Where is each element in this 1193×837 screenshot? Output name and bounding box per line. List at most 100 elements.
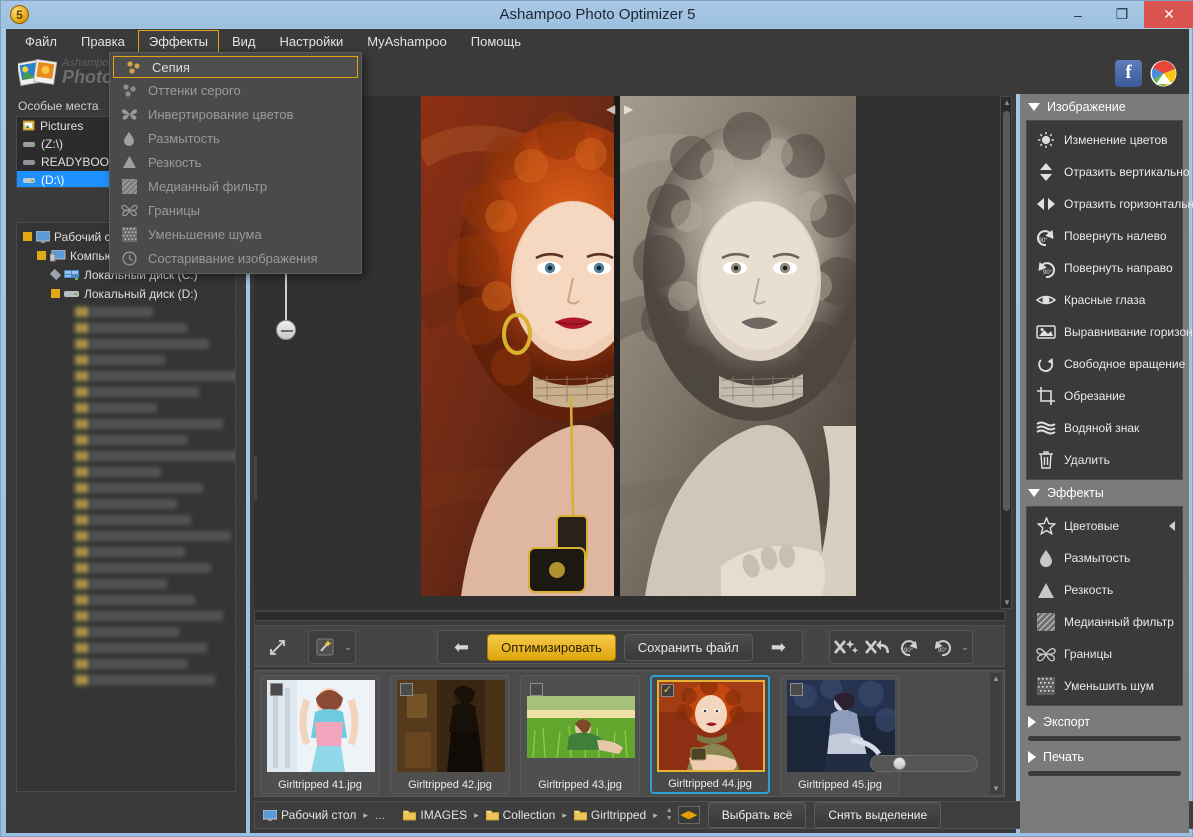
thumbnail-checkbox[interactable]: [400, 683, 413, 696]
tree-blurred-row[interactable]: [75, 401, 235, 415]
preview-photo[interactable]: [421, 96, 856, 596]
action-flip-horizontal[interactable]: Отразить горизонтально: [1027, 188, 1182, 220]
history-dropdown-caret[interactable]: ⌄: [958, 642, 972, 653]
spinner-up-arrow[interactable]: ▲: [663, 807, 676, 815]
thumbnail-item[interactable]: Girltripped 43.jpg: [520, 675, 640, 794]
scroll-down-arrow[interactable]: ▼: [992, 784, 1000, 793]
tree-blurred-row[interactable]: [75, 497, 235, 511]
action-rotate-right[interactable]: 90° Повернуть направо: [1027, 252, 1182, 284]
breadcrumb-nav-button[interactable]: ◀▶: [678, 806, 700, 824]
rotate-left-90-icon[interactable]: 90°: [894, 633, 926, 661]
expander-icon[interactable]: [23, 232, 32, 241]
maximize-button[interactable]: ❐: [1100, 1, 1144, 28]
submenu-arrow-icon[interactable]: [1169, 521, 1175, 531]
compare-left-arrow[interactable]: ◀: [606, 102, 615, 116]
menu-settings[interactable]: Настройки: [269, 30, 355, 54]
breadcrumb-separator[interactable]: ▸: [650, 810, 661, 821]
tree-blurred-row[interactable]: [75, 305, 235, 319]
action-flip-vertical[interactable]: Отразить вертикально: [1027, 156, 1182, 188]
thumbnail-item[interactable]: Girltripped 41.jpg: [260, 675, 380, 794]
breadcrumb-desktop[interactable]: Рабочий стол: [261, 808, 358, 822]
thumbnail-item[interactable]: Girltripped 45.jpg: [780, 675, 900, 794]
clear-effects-icon[interactable]: [830, 633, 862, 661]
undo-icon[interactable]: [862, 633, 894, 661]
tree-blurred-row[interactable]: [75, 625, 235, 639]
folder-tree[interactable]: Рабочий стол Компьютер Локальный диск (C…: [16, 222, 236, 792]
section-header-effects[interactable]: Эффекты: [1020, 480, 1189, 506]
menu-item-grayscale[interactable]: Оттенки серого: [110, 78, 361, 102]
expand-arrows-icon[interactable]: [261, 633, 293, 661]
menu-file[interactable]: Файл: [14, 30, 68, 54]
effect-blur[interactable]: Размытость: [1027, 542, 1182, 574]
thumbnail-item[interactable]: Girltripped 42.jpg: [390, 675, 510, 794]
action-red-eye[interactable]: Красные глаза: [1027, 284, 1182, 316]
select-all-button[interactable]: Выбрать всё: [708, 802, 807, 828]
chevron-right-icon[interactable]: [1028, 751, 1036, 763]
tree-blurred-row[interactable]: [75, 417, 235, 431]
action-free-rotate[interactable]: Свободное вращение: [1027, 348, 1182, 380]
menu-help[interactable]: Помощь: [460, 30, 532, 54]
menu-effects[interactable]: Эффекты: [138, 30, 219, 54]
picasa-icon[interactable]: [1150, 60, 1177, 87]
image-canvas[interactable]: ◀ ▶: [254, 96, 1005, 609]
zoom-slider-knob[interactable]: [276, 320, 296, 340]
expander-icon[interactable]: [37, 251, 46, 260]
menu-edit[interactable]: Правка: [70, 30, 136, 54]
effect-sharpen[interactable]: Резкость: [1027, 574, 1182, 606]
previous-image-button[interactable]: ⬅: [444, 637, 479, 658]
canvas-vertical-scrollbar[interactable]: ▲ ▼: [1000, 96, 1012, 609]
expander-icon[interactable]: [51, 289, 60, 298]
tree-blurred-row[interactable]: [75, 673, 235, 687]
tree-blurred-row[interactable]: [75, 353, 235, 367]
menu-item-sharpen[interactable]: Резкость: [110, 150, 361, 174]
section-header-export[interactable]: Экспорт: [1020, 710, 1189, 734]
thumbnail-size-slider[interactable]: [870, 755, 978, 772]
breadcrumb-girltripped[interactable]: Girltripped: [572, 808, 648, 822]
scroll-down-arrow[interactable]: ▼: [1003, 598, 1011, 607]
thumbnail-checkbox[interactable]: [790, 683, 803, 696]
next-image-button[interactable]: ➡: [761, 637, 796, 658]
effect-noise-reduce[interactable]: Уменьшить шум: [1027, 670, 1182, 702]
thumbnail-checkbox[interactable]: [530, 683, 543, 696]
tree-blurred-row[interactable]: [75, 321, 235, 335]
effect-edges[interactable]: Границы: [1027, 638, 1182, 670]
tree-blurred-entries[interactable]: [17, 305, 235, 687]
menu-item-blur[interactable]: Размытость: [110, 126, 361, 150]
chevron-down-icon[interactable]: [1028, 103, 1040, 111]
facebook-icon[interactable]: f: [1115, 60, 1142, 87]
tree-blurred-row[interactable]: [75, 561, 235, 575]
tree-blurred-row[interactable]: [75, 593, 235, 607]
menu-item-invert-colors[interactable]: Инвертирование цветов: [110, 102, 361, 126]
breadcrumb-ellipsis[interactable]: ...: [373, 808, 387, 822]
tree-blurred-row[interactable]: [75, 641, 235, 655]
expander-icon[interactable]: [50, 269, 61, 280]
tree-item-drive-d[interactable]: Локальный диск (D:): [21, 284, 235, 303]
tree-blurred-row[interactable]: [75, 385, 235, 399]
menu-item-median-filter[interactable]: Медианный фильтр: [110, 174, 361, 198]
tree-blurred-row[interactable]: [75, 465, 235, 479]
action-watermark[interactable]: Водяной знак: [1027, 412, 1182, 444]
action-color-adjust[interactable]: Изменение цветов: [1027, 124, 1182, 156]
section-header-image[interactable]: Изображение: [1020, 94, 1189, 120]
action-crop[interactable]: Обрезание: [1027, 380, 1182, 412]
breadcrumb-separator[interactable]: ▸: [360, 810, 371, 821]
tree-blurred-row[interactable]: [75, 481, 235, 495]
breadcrumb-spinner[interactable]: ▲ ▼: [663, 804, 676, 826]
menu-view[interactable]: Вид: [221, 30, 267, 54]
save-file-button[interactable]: Сохранить файл: [624, 634, 753, 661]
tree-blurred-row[interactable]: [75, 449, 235, 463]
action-horizon-align[interactable]: Выравнивание горизонта: [1027, 316, 1182, 348]
tree-blurred-row[interactable]: [75, 545, 235, 559]
effect-median-filter[interactable]: Медианный фильтр: [1027, 606, 1182, 638]
filmstrip-vertical-scrollbar[interactable]: ▲ ▼: [990, 673, 1002, 794]
menu-item-noise-reduction[interactable]: Уменьшение шума: [110, 222, 361, 246]
scroll-up-arrow[interactable]: ▲: [1003, 98, 1011, 107]
menu-myashampoo[interactable]: MyAshampoo: [356, 30, 457, 54]
breadcrumb-images[interactable]: IMAGES: [401, 808, 469, 822]
chevron-down-icon[interactable]: [1028, 489, 1040, 497]
breadcrumb-separator[interactable]: ▸: [471, 810, 482, 821]
canvas-horizontal-scrollbar[interactable]: [254, 611, 1005, 621]
compare-right-arrow[interactable]: ▶: [624, 102, 633, 116]
tree-blurred-row[interactable]: [75, 657, 235, 671]
rotate-right-90-icon[interactable]: 90°: [926, 633, 958, 661]
